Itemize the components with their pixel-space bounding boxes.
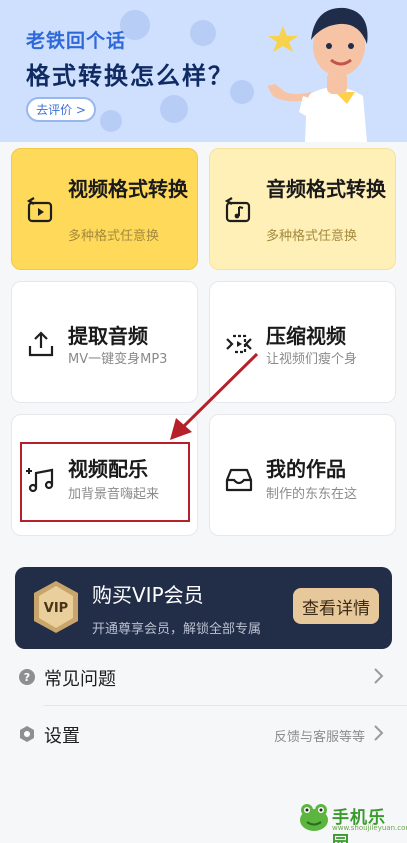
list-item-hint: 反馈与客服等等 <box>273 730 365 745</box>
banner-line1: 老铁回个话 <box>26 30 127 52</box>
vip-subtitle: 开通尊享会员，解锁全部专属 <box>92 622 262 637</box>
vip-badge-icon: VIP <box>34 581 78 633</box>
card-title: 音频格式转换 <box>266 177 386 201</box>
card-my-works[interactable]: 我的作品 制作的东东在这 <box>209 414 396 536</box>
card-subtitle: 多种格式任意换 <box>68 229 160 244</box>
chevron-right-icon <box>374 668 384 684</box>
card-video-convert[interactable]: 视频格式转换 多种格式任意换 <box>11 148 198 270</box>
card-title: 视频格式转换 <box>68 177 188 201</box>
question-icon: ? <box>19 669 35 685</box>
card-compress-video[interactable]: 压缩视频 让视频们瘦个身 <box>209 281 396 403</box>
view-details-button[interactable]: 查看详情 <box>293 588 379 624</box>
vip-title: 购买VIP会员 <box>92 583 204 607</box>
watermark-url: www.shoujileyuan.com <box>332 824 407 832</box>
card-subtitle: MV一键变身MP3 <box>68 352 168 367</box>
svg-text:?: ? <box>24 671 30 684</box>
banner-line2: 格式转换怎么样？ <box>26 62 234 90</box>
vip-banner[interactable]: VIP 购买VIP会员 开通尊享会员，解锁全部专属 查看详情 <box>15 567 392 649</box>
card-subtitle: 让视频们瘦个身 <box>266 352 358 367</box>
watermark-text: 手机乐园 <box>332 808 386 843</box>
card-subtitle: 制作的东东在这 <box>266 487 358 502</box>
inbox-icon <box>225 468 253 492</box>
list-item-settings[interactable]: 设置 反馈与客服等等 <box>0 706 407 762</box>
banner-decoration <box>190 20 216 46</box>
compress-icon <box>226 334 252 354</box>
card-title: 压缩视频 <box>266 324 346 348</box>
settings-icon <box>20 726 34 742</box>
watermark: 手机乐园 www.shoujileyuan.com <box>298 801 407 843</box>
frog-logo-icon <box>300 804 328 831</box>
card-title: 我的作品 <box>266 457 346 481</box>
card-title: 提取音频 <box>68 324 148 348</box>
list-item-faq[interactable]: ? 常见问题 <box>0 649 407 705</box>
card-extract-audio[interactable]: 提取音频 MV一键变身MP3 <box>11 281 198 403</box>
highlight-box <box>20 442 190 522</box>
audio-convert-icon <box>224 197 251 223</box>
list-item-label: 设置 <box>44 726 80 747</box>
vip-badge-text: VIP <box>44 601 68 616</box>
card-subtitle: 多种格式任意换 <box>266 229 358 244</box>
cartoon-person-illustration <box>267 7 368 142</box>
card-audio-convert[interactable]: 音频格式转换 多种格式任意换 <box>209 148 396 270</box>
banner-decoration <box>100 110 122 132</box>
banner-decoration <box>160 95 188 123</box>
chevron-right-icon <box>374 725 384 741</box>
list-item-label: 常见问题 <box>44 669 116 690</box>
promo-banner[interactable]: 老铁回个话 格式转换怎么样？ 去评价 > <box>0 0 407 142</box>
evaluate-button[interactable]: 去评价 > <box>26 97 96 122</box>
video-convert-icon <box>26 197 53 223</box>
upload-extract-icon <box>28 331 54 357</box>
